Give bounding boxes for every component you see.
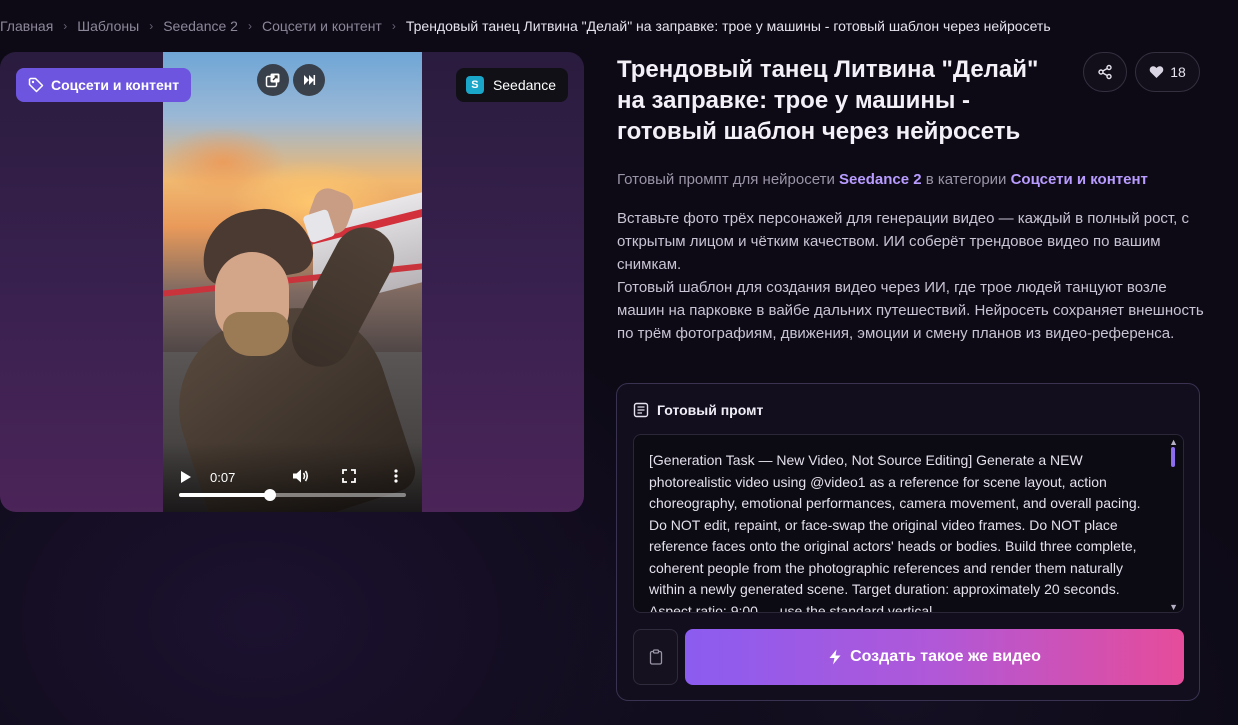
fullscreen-button[interactable] — [342, 469, 356, 488]
scroll-up-icon[interactable]: ▲ — [1169, 437, 1178, 447]
pip-button[interactable] — [257, 64, 289, 96]
subtitle-prefix: Готовый промпт для нейросети — [617, 171, 835, 188]
copy-prompt-button[interactable] — [633, 629, 678, 685]
subtitle: Готовый промпт для нейросети Seedance 2 … — [617, 171, 1148, 188]
prompt-text: [Generation Task — New Video, Not Source… — [649, 452, 1141, 613]
breadcrumb-separator: › — [391, 19, 396, 33]
model-badge[interactable]: S Seedance — [455, 68, 568, 102]
prompt-heading: Готовый промт — [633, 402, 763, 418]
share-icon — [1098, 64, 1112, 80]
create-video-label: Создать такое же видео — [850, 648, 1041, 665]
breadcrumb-current: Трендовый танец Литвина "Делай" на запра… — [405, 18, 1051, 34]
more-vertical-icon — [394, 469, 398, 483]
description-paragraph: Вставьте фото трёх персонажей для генера… — [617, 210, 1189, 273]
clipboard-icon — [649, 649, 662, 665]
prompt-heading-label: Готовый промт — [657, 402, 764, 418]
description: Вставьте фото трёх персонажей для генера… — [617, 207, 1207, 345]
like-button[interactable]: 18 — [1135, 52, 1200, 92]
document-icon — [633, 402, 649, 418]
breadcrumb-model[interactable]: Seedance 2 — [163, 18, 238, 34]
seedance-logo-icon: S — [465, 76, 484, 94]
volume-icon — [293, 469, 309, 483]
breadcrumb-templates[interactable]: Шаблоны — [77, 18, 139, 34]
prompt-textbox[interactable]: [Generation Task — New Video, Not Source… — [633, 434, 1184, 613]
video-scene-beard — [223, 312, 289, 356]
create-video-button[interactable]: Создать такое же видео — [685, 629, 1184, 685]
subtitle-model-link[interactable]: Seedance 2 — [839, 171, 922, 188]
fullscreen-icon — [342, 469, 356, 483]
video-progress-bar[interactable] — [179, 489, 406, 501]
subtitle-middle: в категории — [925, 171, 1007, 188]
like-count: 18 — [1170, 64, 1186, 80]
skip-forward-icon — [304, 75, 316, 85]
tag-icon — [28, 77, 44, 93]
video-controls: 0:07 — [163, 442, 422, 512]
breadcrumb-category[interactable]: Соцсети и контент — [262, 18, 382, 34]
picture-in-picture-icon — [265, 73, 280, 88]
prompt-scrollbar[interactable]: ▲ ▼ — [1167, 435, 1181, 612]
scroll-thumb[interactable] — [1171, 447, 1175, 467]
model-badge-label: Seedance — [492, 77, 556, 93]
lightning-icon — [829, 649, 841, 665]
category-badge-label: Соцсети и контент — [51, 77, 180, 93]
page-title: Трендовый танец Литвина "Делай" на запра… — [617, 56, 1039, 145]
scroll-down-icon[interactable]: ▼ — [1169, 602, 1178, 612]
video-player[interactable]: 0:07 — [163, 52, 422, 512]
video-time: 0:07 — [210, 470, 236, 485]
breadcrumb-separator: › — [149, 19, 154, 33]
subtitle-category-link[interactable]: Соцсети и контент — [1011, 171, 1148, 188]
media-card: 0:07 Соцсети и контент S Seedance — [0, 52, 584, 512]
breadcrumb-home[interactable]: Главная — [0, 18, 53, 34]
skip-button[interactable] — [293, 64, 325, 96]
play-icon — [181, 471, 191, 483]
share-button[interactable] — [1083, 52, 1127, 92]
breadcrumb-separator: › — [247, 19, 252, 33]
video-progress-thumb[interactable] — [263, 489, 276, 501]
category-badge[interactable]: Соцсети и контент — [16, 68, 192, 102]
breadcrumb: Главная › Шаблоны › Seedance 2 › Соцсети… — [0, 17, 1051, 35]
heart-icon — [1149, 66, 1164, 78]
breadcrumb-separator: › — [63, 19, 68, 33]
more-options-button[interactable] — [394, 469, 398, 488]
prompt-panel: Готовый промт [Generation Task — New Vid… — [616, 383, 1200, 701]
description-paragraph: Готовый шаблон для создания видео через … — [617, 279, 1204, 342]
play-button[interactable] — [179, 470, 193, 489]
volume-button[interactable] — [292, 468, 310, 489]
video-progress-fill — [179, 493, 270, 497]
